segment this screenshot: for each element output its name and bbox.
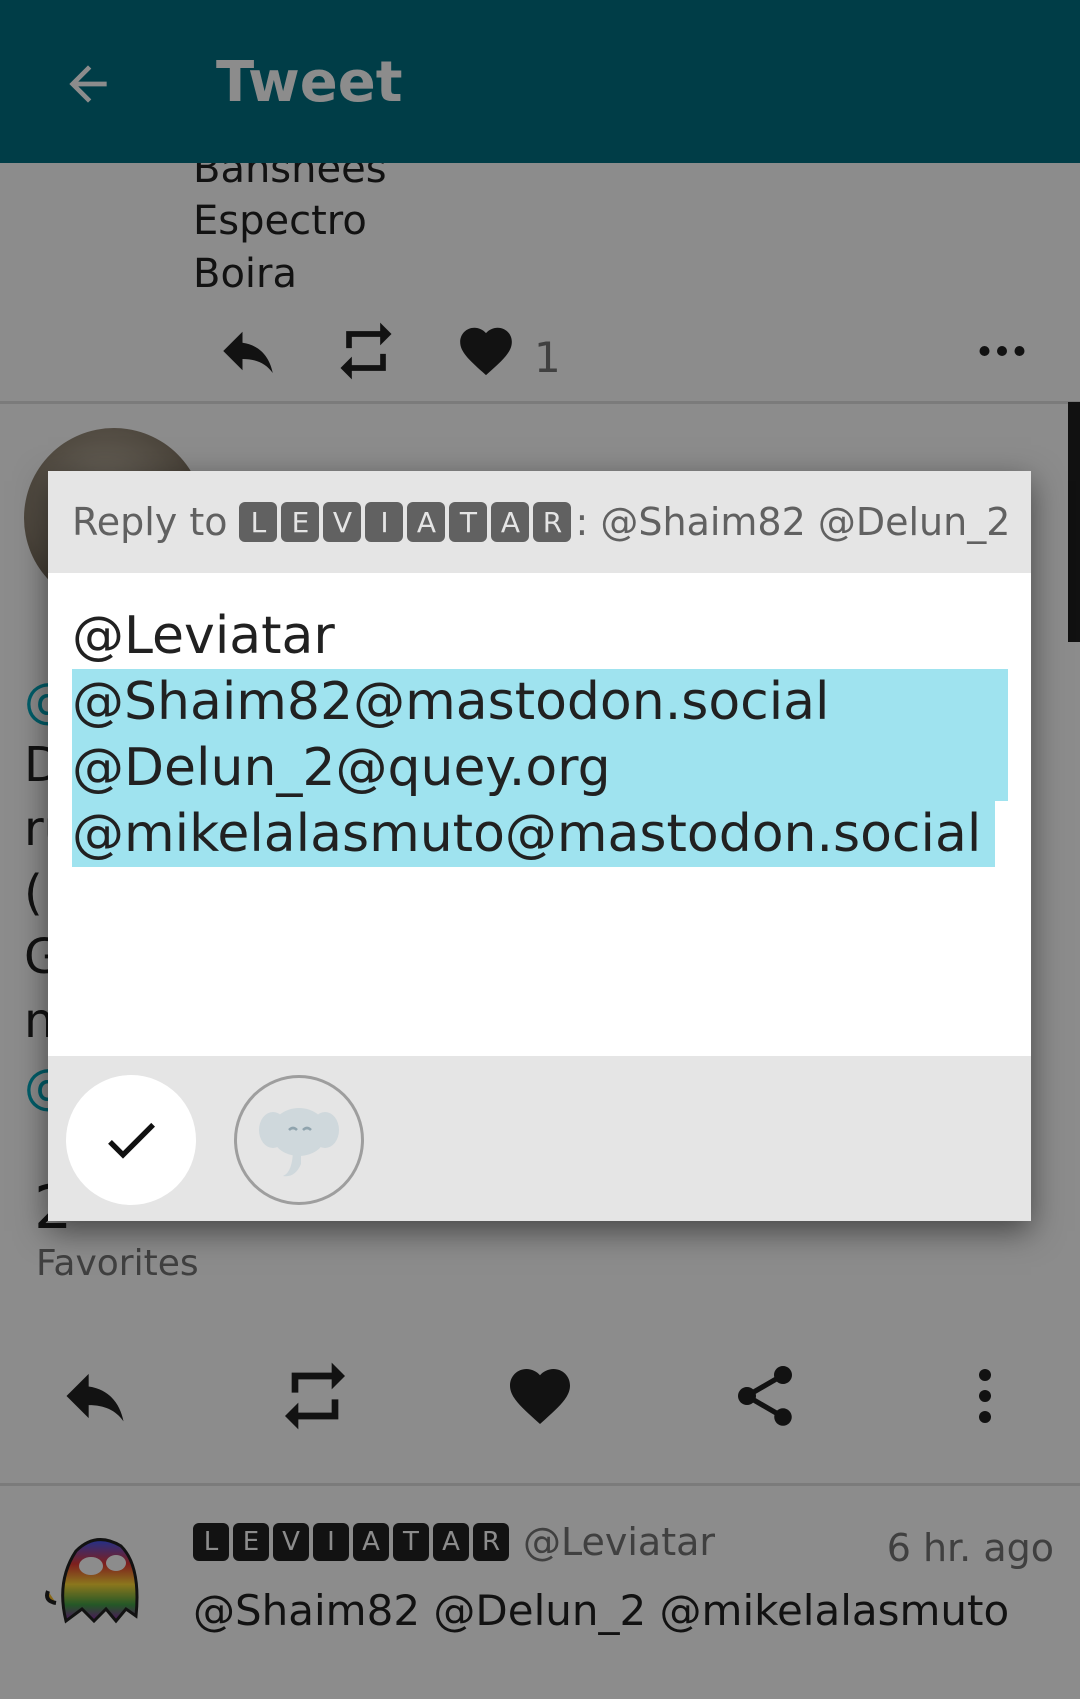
- selected-text-line: @Delun_2@quey.org: [72, 735, 1008, 801]
- selected-text-line: @mikelalasmuto@mastodon.social: [72, 801, 996, 867]
- account-selector-button[interactable]: [234, 1075, 364, 1205]
- name-letter: A: [407, 502, 446, 542]
- name-letter: A: [491, 502, 530, 542]
- send-button[interactable]: [66, 1075, 196, 1205]
- name-letter: L: [239, 502, 278, 542]
- scrollbar[interactable]: [1068, 402, 1080, 642]
- display-name-boxed: L E V I A T A R: [239, 502, 575, 542]
- check-icon: [108, 1122, 155, 1159]
- reply-to-mentions: : @Shaim82 @Delun_2: [575, 500, 1011, 544]
- name-letter: I: [365, 502, 404, 542]
- compose-text[interactable]: @Leviatar @Shaim82@mastodon.social @Delu…: [72, 603, 1008, 867]
- mastodon-elephant-icon: [259, 1108, 339, 1177]
- name-letter: T: [449, 502, 488, 542]
- name-letter: E: [281, 502, 320, 542]
- compose-line: @Leviatar: [72, 606, 335, 666]
- compose-field[interactable]: @Leviatar @Shaim82@mastodon.social @Delu…: [48, 573, 1031, 1056]
- selected-text-line: @Shaim82@mastodon.social: [72, 669, 1008, 735]
- reply-dialog: Reply to L E V I A T A R : @Shaim82 @Del…: [48, 471, 1031, 1221]
- dialog-footer: [48, 1056, 1031, 1221]
- dialog-header: Reply to L E V I A T A R : @Shaim82 @Del…: [48, 471, 1031, 573]
- name-letter: R: [533, 502, 572, 542]
- reply-to-label: Reply to: [72, 500, 228, 544]
- name-letter: V: [323, 502, 362, 542]
